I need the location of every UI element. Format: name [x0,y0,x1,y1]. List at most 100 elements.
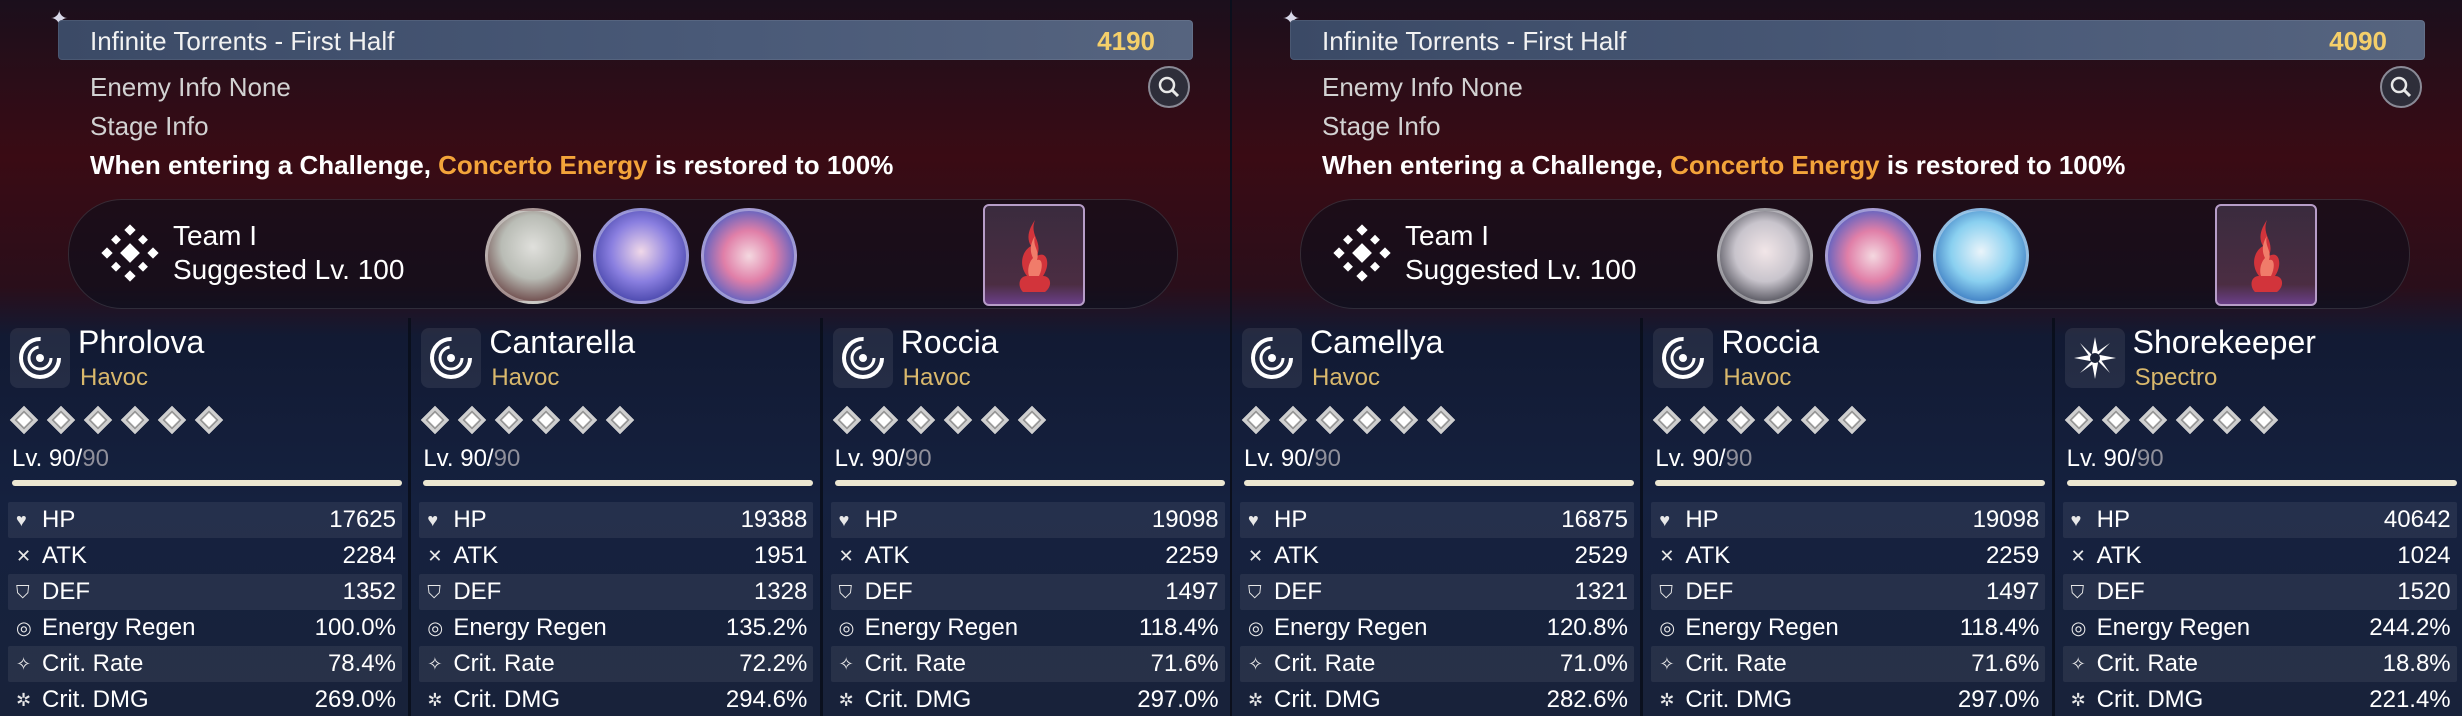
resonance-chain [1241,405,1456,435]
stat-value: 19098 [1151,506,1219,533]
stat-label: Energy Regen [1274,614,1428,641]
stat-value: 72.2% [739,650,808,677]
crit-rate-icon: ✧ [1248,654,1264,674]
stat-label: DEF [453,578,502,605]
search-icon[interactable] [1148,66,1190,108]
stat-row: ♥ HP 19098 [830,502,1225,538]
character-element: Havoc [1723,364,1792,391]
stat-label: Crit. Rate [1685,650,1787,677]
character-name: Shorekeeper [2132,324,2316,360]
character-level: Lv. 90/90 [1244,445,1341,473]
chain-node-icon [606,405,635,435]
stat-label: Energy Regen [42,614,196,641]
team-bar[interactable]: Team I Suggested Lv. 100 [1300,199,2410,309]
chain-node-icon [532,405,561,435]
stat-row: ♥ HP 16875 [1240,502,1634,538]
stat-row: ✧ Crit. Rate 18.8% [2062,646,2457,682]
stat-value: 294.6% [725,686,808,713]
character-card[interactable]: Shorekeeper Spectro Lv. 90/90 ♥ HP 40642 ✕… [2051,318,2462,716]
desc-prefix: When entering a Challenge, [90,150,439,180]
stage-info: Stage Info [90,111,209,141]
echo-slot[interactable] [2215,204,2317,306]
stat-label: Crit. Rate [864,650,967,677]
avatar-roccia[interactable] [701,208,797,304]
stat-row: ✲ Crit. DMG 297.0% [1651,682,2045,716]
stage-info: Stage Info [1322,111,1441,141]
character-element: Spectro [2134,364,2218,391]
challenge-title: Infinite Torrents - First Half [90,26,395,56]
character-name: Phrolova [78,324,205,360]
stat-label: Crit. Rate [2096,650,2199,677]
search-icon[interactable] [2380,66,2422,108]
stat-label: Crit. DMG [42,686,149,713]
chain-node-icon [2212,405,2241,435]
stat-row: ✲ Crit. DMG 221.4% [2063,682,2457,716]
enemy-info: Enemy Info None [90,72,291,102]
enemy-info: Enemy Info None [1322,72,1523,102]
team-suggested-level: Suggested Lv. 100 [1405,254,1637,285]
atk-icon: ✕ [2070,546,2086,566]
stat-row: ⛉ DEF 1520 [2062,574,2457,610]
crit-rate-icon: ✧ [427,654,443,674]
character-card[interactable]: Roccia Havoc Lv. 90/90 ♥ HP 19098 ✕ ATK 2259… [819,318,1230,716]
level-max: 90 [82,445,109,472]
echo-slot[interactable] [983,204,1085,306]
atk-icon: ✕ [427,546,443,566]
level-current: Lv. 90/ [423,445,494,472]
avatar-camellya[interactable] [1717,208,1813,304]
def-icon: ⛉ [838,582,853,602]
stat-label: Energy Regen [864,614,1019,641]
character-card[interactable]: Cantarella Havoc Lv. 90/90 ♥ HP 19388 ✕ ATK… [408,318,819,716]
level-bar [12,480,402,486]
level-current: Lv. 90/ [834,445,905,472]
hp-icon: ♥ [2070,510,2082,530]
character-name: Roccia [900,324,999,360]
chain-node-icon [1727,405,1756,435]
chain-node-icon [495,405,524,435]
stage-description: When entering a Challenge, Concerto Ener… [1322,150,2125,181]
chain-node-icon [1352,405,1382,435]
crit-rate-icon: ✧ [838,654,854,674]
team-suggested-level: Suggested Lv. 100 [173,254,405,285]
stat-value: 120.8% [1546,614,1628,641]
hp-icon: ♥ [838,510,850,530]
character-level: Lv. 90/90 [423,445,520,473]
level-current: Lv. 90/ [1655,445,1726,472]
echo-flame-icon [1019,220,1051,292]
atk-icon: ✕ [16,546,32,566]
character-name: Roccia [1721,324,1820,360]
stat-row: ♥ HP 17625 [8,502,402,538]
level-max: 90 [1725,445,1753,472]
stat-label: ATK [453,542,499,569]
energy-regen-icon: ◎ [2070,618,2087,638]
chain-node-icon [1278,405,1308,435]
character-card[interactable]: Camellya Havoc Lv. 90/90 ♥ HP 16875 ✕ ATK 25… [1232,318,1640,716]
stat-value: 71.6% [1150,650,1219,677]
challenge-score: 4190 [1097,26,1155,56]
chain-node-icon [421,405,450,435]
avatar-shorekeeper[interactable] [1933,208,2029,304]
resonance-chain [421,405,635,435]
chain-node-icon [83,405,113,435]
stat-value: 16875 [1561,506,1628,533]
character-element: Havoc [491,364,560,391]
avatar-cantarella[interactable] [593,208,689,304]
stat-value: 19098 [1972,506,2040,533]
desc-suffix: is restored to 100% [1879,150,2126,180]
stat-value: 221.4% [2369,686,2451,713]
stat-value: 1321 [1574,578,1628,605]
chain-node-icon [906,405,935,435]
character-card[interactable]: Phrolova Havoc Lv. 90/90 ♥ HP 17625 ✕ ATK 22… [0,318,408,716]
stat-row: ✕ ATK 2259 [831,538,1225,574]
avatar-phrolova[interactable] [485,208,581,304]
chain-node-icon [2249,405,2278,435]
atk-icon: ✕ [838,546,854,566]
stat-row: ◎ Energy Regen 244.2% [2063,610,2457,646]
team-bar[interactable]: Team I Suggested Lv. 100 [68,199,1178,309]
havoc-element-icon [832,328,893,388]
stat-label: DEF [864,578,913,605]
character-card[interactable]: Roccia Havoc Lv. 90/90 ♥ HP 19098 ✕ ATK 2259… [1640,318,2051,716]
hp-icon: ♥ [1248,510,1259,530]
avatar-roccia[interactable] [1825,208,1921,304]
stat-label: ATK [864,542,910,569]
